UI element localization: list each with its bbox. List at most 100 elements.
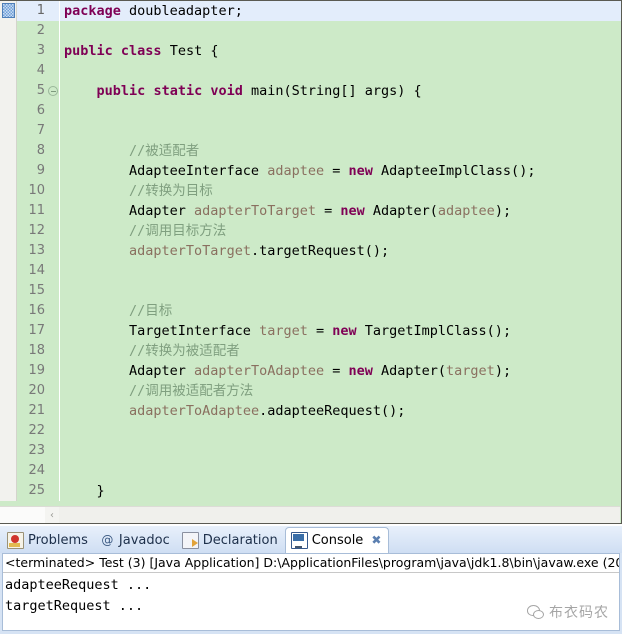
tab-problems[interactable]: Problems [2, 528, 95, 553]
console-view[interactable]: <terminated> Test (3) [Java Application]… [2, 553, 620, 631]
code-text[interactable]: public class Test { [60, 41, 621, 61]
code-line-1[interactable]: 1 package doubleadapter; [0, 1, 621, 21]
code-text[interactable]: //转换为目标 [60, 181, 621, 201]
code-text[interactable] [60, 421, 621, 441]
folding-ruler-cell[interactable] [47, 401, 60, 421]
code-line-15[interactable]: 15 [0, 281, 621, 301]
code-text[interactable] [60, 441, 621, 461]
tab-console[interactable]: Console ✖ [284, 527, 390, 553]
folding-ruler-cell[interactable] [47, 441, 60, 461]
marker-ruler-cell[interactable] [0, 261, 17, 281]
marker-ruler-cell[interactable] [0, 121, 17, 141]
code-text[interactable] [60, 21, 621, 41]
marker-ruler-cell[interactable] [0, 401, 17, 421]
folding-ruler-cell[interactable] [47, 61, 60, 81]
code-line-22[interactable]: 22 [0, 421, 621, 441]
code-text[interactable]: package doubleadapter; [60, 1, 621, 21]
folding-ruler-cell[interactable] [47, 381, 60, 401]
marker-ruler-cell[interactable] [0, 301, 17, 321]
code-text[interactable]: //转换为被适配者 [60, 341, 621, 361]
java-source-editor[interactable]: 1 package doubleadapter; 2 3 public class Te… [0, 0, 622, 524]
code-text[interactable]: AdapteeInterface adaptee = new AdapteeIm… [60, 161, 621, 181]
code-line-14[interactable]: 14 [0, 261, 621, 281]
code-line-20[interactable]: 20 //调用被适配者方法 [0, 381, 621, 401]
tab-declaration[interactable]: Declaration [177, 528, 285, 553]
marker-ruler-cell[interactable] [0, 41, 17, 61]
code-text[interactable] [60, 461, 621, 481]
code-line-24[interactable]: 24 [0, 461, 621, 481]
code-text[interactable]: Adapter adapterToAdaptee = new Adapter(t… [60, 361, 621, 381]
folding-ruler-cell[interactable] [47, 1, 60, 21]
marker-ruler-cell[interactable] [0, 161, 17, 181]
folding-ruler-cell[interactable] [47, 461, 60, 481]
folding-ruler-cell[interactable] [47, 101, 60, 121]
marker-ruler-cell[interactable] [0, 81, 17, 101]
code-line-25[interactable]: 25 } [0, 481, 621, 501]
marker-ruler-cell[interactable] [0, 181, 17, 201]
folding-ruler-cell[interactable] [47, 201, 60, 221]
code-line-19[interactable]: 19 Adapter adapterToAdaptee = new Adapte… [0, 361, 621, 381]
collapse-fold-icon[interactable] [48, 86, 58, 96]
folding-ruler-cell[interactable] [47, 281, 60, 301]
code-text[interactable] [60, 121, 621, 141]
code-line-16[interactable]: 16 //目标 [0, 301, 621, 321]
folding-ruler-cell[interactable] [47, 361, 60, 381]
marker-ruler-cell[interactable] [0, 1, 17, 21]
marker-ruler-cell[interactable] [0, 421, 17, 441]
code-line-3[interactable]: 3 public class Test { [0, 41, 621, 61]
view-tab-bar[interactable]: Problems @ Javadoc Declaration Console ✖ [0, 526, 622, 553]
code-line-4[interactable]: 4 [0, 61, 621, 81]
code-line-10[interactable]: 10 //转换为目标 [0, 181, 621, 201]
code-text[interactable]: TargetInterface target = new TargetImplC… [60, 321, 621, 341]
code-text[interactable] [60, 281, 621, 301]
code-line-9[interactable]: 9 AdapteeInterface adaptee = new Adaptee… [0, 161, 621, 181]
folding-ruler-cell[interactable] [47, 41, 60, 61]
code-line-8[interactable]: 8 //被适配者 [0, 141, 621, 161]
marker-ruler-cell[interactable] [0, 61, 17, 81]
code-text[interactable]: adapterToTarget.targetRequest(); [60, 241, 621, 261]
code-line-7[interactable]: 7 [0, 121, 621, 141]
code-line-5[interactable]: 5 public static void main(String[] args)… [0, 81, 621, 101]
code-line-6[interactable]: 6 [0, 101, 621, 121]
folding-ruler-cell[interactable] [47, 161, 60, 181]
scrollbar-track[interactable] [59, 506, 620, 523]
marker-ruler-cell[interactable] [0, 241, 17, 261]
editor-horizontal-scrollbar[interactable]: ‹ [0, 506, 620, 523]
folding-ruler-cell[interactable] [47, 121, 60, 141]
code-text[interactable]: //被适配者 [60, 141, 621, 161]
code-line-13[interactable]: 13 adapterToTarget.targetRequest(); [0, 241, 621, 261]
code-text[interactable]: //目标 [60, 301, 621, 321]
folding-ruler-cell[interactable] [47, 301, 60, 321]
code-text[interactable] [60, 101, 621, 121]
marker-ruler-cell[interactable] [0, 201, 17, 221]
marker-ruler-cell[interactable] [0, 441, 17, 461]
marker-ruler-cell[interactable] [0, 221, 17, 241]
marker-ruler-cell[interactable] [0, 21, 17, 41]
folding-ruler-cell[interactable] [47, 141, 60, 161]
marker-ruler-cell[interactable] [0, 361, 17, 381]
folding-ruler-cell[interactable] [47, 421, 60, 441]
folding-ruler-cell[interactable] [47, 81, 60, 101]
marker-ruler-cell[interactable] [0, 321, 17, 341]
marker-ruler-cell[interactable] [0, 461, 17, 481]
code-text[interactable]: adapterToAdaptee.adapteeRequest(); [60, 401, 621, 421]
code-line-11[interactable]: 11 Adapter adapterToTarget = new Adapter… [0, 201, 621, 221]
folding-ruler-cell[interactable] [47, 341, 60, 361]
code-text[interactable]: //调用目标方法 [60, 221, 621, 241]
code-text[interactable]: public static void main(String[] args) { [60, 81, 621, 101]
marker-ruler-cell[interactable] [0, 281, 17, 301]
folding-ruler-cell[interactable] [47, 481, 60, 501]
editor-line-list[interactable]: 1 package doubleadapter; 2 3 public class Te… [0, 1, 621, 501]
folding-ruler-cell[interactable] [47, 241, 60, 261]
scroll-left-arrow-icon[interactable]: ‹ [45, 507, 59, 524]
marker-ruler-cell[interactable] [0, 101, 17, 121]
folding-ruler-cell[interactable] [47, 181, 60, 201]
code-text[interactable]: //调用被适配者方法 [60, 381, 621, 401]
code-line-12[interactable]: 12 //调用目标方法 [0, 221, 621, 241]
code-text[interactable] [60, 261, 621, 281]
close-icon[interactable]: ✖ [371, 528, 381, 553]
marker-ruler-cell[interactable] [0, 481, 17, 501]
code-text[interactable]: } [60, 481, 621, 501]
folding-ruler-cell[interactable] [47, 321, 60, 341]
code-line-21[interactable]: 21 adapterToAdaptee.adapteeRequest(); [0, 401, 621, 421]
